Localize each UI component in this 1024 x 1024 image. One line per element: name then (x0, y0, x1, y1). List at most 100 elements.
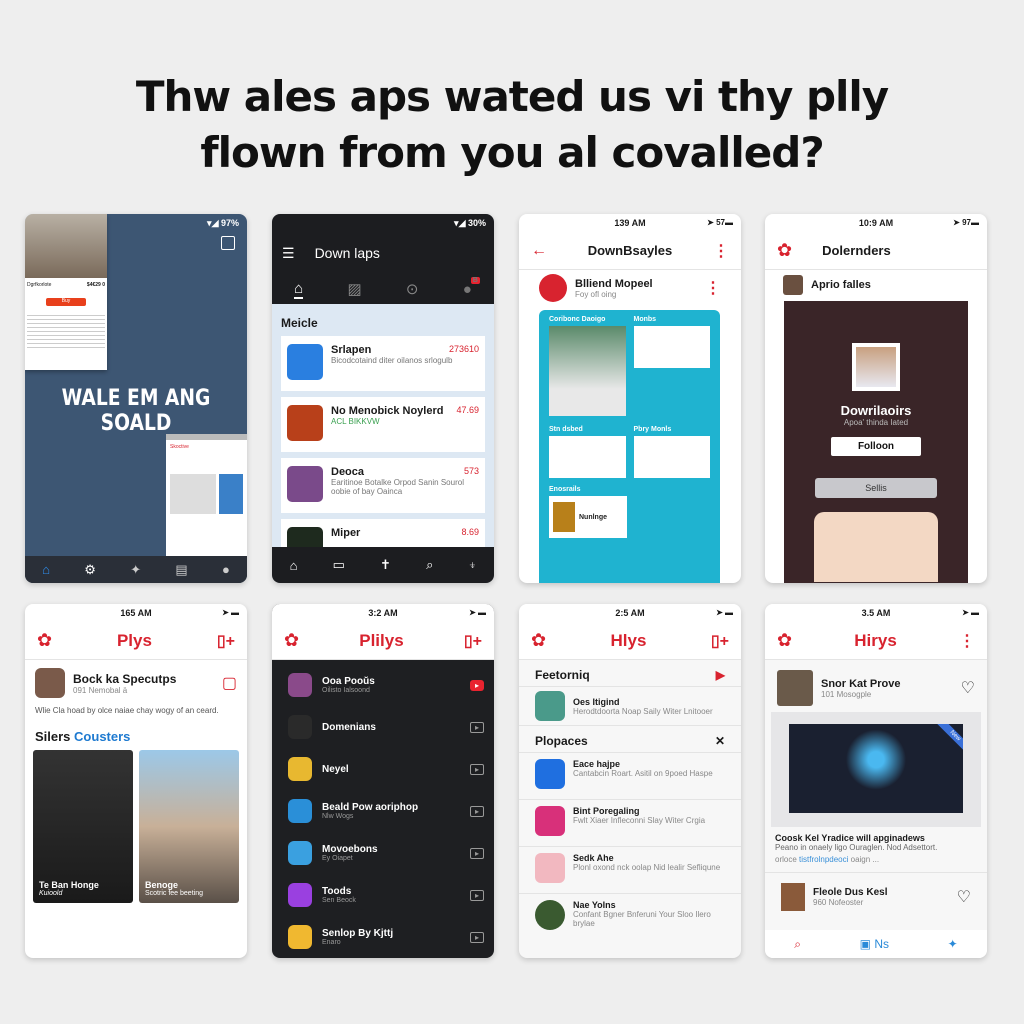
list-item[interactable]: Sedk Ahe Plonl oxond nck oolap Nid lealir… (519, 846, 741, 893)
chevron-right-icon[interactable]: ▸ (469, 931, 484, 943)
chevron-right-icon[interactable]: ▸ (469, 847, 484, 859)
app-list-item[interactable]: Domenians ▸ (288, 706, 484, 748)
video-card[interactable] (549, 326, 626, 416)
app-list-item[interactable]: Neyel ▸ (288, 748, 484, 790)
feature-panel: Coribonc Daoigo Monbs Stn dsbed Pbry Mon… (539, 310, 720, 583)
app-title: Dolernders (822, 243, 891, 258)
item-desc: Fwlt Xiaer Infleconni Slay Witer Crgia (573, 816, 706, 825)
app-icon (287, 405, 323, 441)
play-icon[interactable]: ▶ (716, 668, 725, 682)
follow-button[interactable]: Folloon (831, 437, 921, 456)
post-meta: 091 Nemobal ä (73, 685, 128, 695)
mini-card[interactable]: Nunlnge (549, 496, 627, 538)
section-label: Coribonc Daoigo (549, 316, 606, 323)
tab-circle-icon[interactable]: ⊙ (406, 280, 419, 298)
app-title: Down laps (314, 245, 380, 261)
app-sub: Nlw Wogs (322, 813, 354, 820)
app-icon (287, 344, 323, 380)
home-icon[interactable]: ⌂ (42, 562, 50, 577)
item-name: Sedk Ahe (573, 853, 614, 863)
product-card[interactable]: Dgrfkorlote $4€29 0 Buy (25, 214, 107, 370)
trash-icon[interactable] (221, 236, 235, 250)
buy-button[interactable]: Buy (46, 298, 86, 306)
cross-icon[interactable]: ✝ (380, 557, 391, 573)
avatar (777, 670, 813, 706)
kebab-icon[interactable]: ⋮ (713, 241, 729, 261)
gear-icon[interactable]: ⚙ (84, 562, 96, 578)
banner-line: SOALD (100, 411, 172, 436)
mini-card[interactable] (633, 436, 710, 478)
app-desc: Earitinoe Botalke Orpod Sanin Sourol oob… (331, 478, 464, 496)
profile-name: Dowrilaoirs (840, 403, 912, 418)
card-title: Dgrfkorlote (27, 282, 52, 288)
item-icon (535, 759, 565, 789)
twitter-icon[interactable]: ✦ (130, 562, 141, 578)
article-link[interactable]: tistfrolnpdeoci (799, 855, 848, 864)
app-list-item[interactable]: Toods Sen Beock ▸ (288, 874, 484, 916)
app-name: Beald Pow aoriphop (322, 802, 419, 813)
kebab-icon[interactable]: ⋮ (705, 278, 721, 298)
chevron-right-icon[interactable]: ▸ (469, 805, 484, 817)
banner-line: WALE EM ANG (61, 386, 211, 411)
app-list-item[interactable]: Beald Pow aoriphop Nlw Wogs ▸ (288, 790, 484, 832)
nav-ns[interactable]: ▣ Ns (860, 937, 889, 951)
article-image[interactable]: New (789, 724, 963, 813)
status-time: 139 AM (614, 218, 646, 228)
article-more: orloce tistfrolnpdeoci oaign ... (775, 855, 880, 864)
mini-card[interactable] (633, 326, 710, 368)
tab-badge-icon[interactable]: ● B (463, 276, 480, 298)
app-list-item[interactable]: Srlapen 273610 Bicodcotaind diter oilanos … (281, 336, 485, 391)
app-list-item[interactable]: Deoca 573 Earitinoe Botalke Orpod Sanin So… (281, 458, 485, 513)
add-icon[interactable]: ▯+ (464, 631, 482, 651)
add-icon[interactable]: ▯+ (711, 631, 729, 651)
list-item[interactable]: Nae Yolns Confant Bgner Bnferuni Your Slo… (519, 893, 741, 940)
chevron-right-icon[interactable]: ▸ (469, 721, 484, 733)
app-icon (288, 883, 312, 907)
comment-icon[interactable]: ▢ (222, 673, 237, 693)
bird-icon[interactable]: ✦ (948, 937, 958, 951)
media-card[interactable]: Te Ban Honge Kuioold (33, 750, 133, 903)
app-title: Plilys (359, 630, 404, 650)
youtube-icon[interactable]: ▸ (469, 679, 484, 691)
phone-3: 139 AM ➤ 57▬ ← DownBsayles ⋮ Blliend Mopeel… (519, 214, 741, 583)
app-list-item[interactable]: No Menobick Noylerd 47.69 ACL BIKKVW (281, 397, 485, 452)
tab-image-icon[interactable]: ▨ (347, 280, 361, 298)
back-arrow-icon[interactable]: ← (531, 242, 547, 260)
profile-photo (852, 343, 900, 391)
list-item[interactable]: Eace hajpe Cantabcin Roart. Asitil on 9po… (519, 752, 741, 799)
add-icon[interactable]: ▯+ (217, 631, 235, 651)
mini-card[interactable] (549, 436, 626, 478)
app-list-item[interactable]: Movoebons Ey Oiapet ▸ (288, 832, 484, 874)
app-list-item[interactable]: Ooa Pooŭs Oilisto Ialsoond ▸ (288, 664, 484, 706)
app-list-item[interactable]: Senlop By Kjttj Enaro ▸ (288, 916, 484, 958)
home-icon[interactable]: ⌂ (290, 558, 298, 573)
kebab-icon[interactable]: ⋮ (959, 631, 975, 651)
app-title: Plys (116, 630, 152, 650)
settings-button[interactable]: Sellis (815, 478, 937, 498)
person-icon[interactable]: ● (222, 562, 230, 577)
tv-icon[interactable]: ▭ (333, 557, 345, 573)
app-icon (288, 715, 312, 739)
list-item[interactable]: Bint Poregaling Fwlt Xiaer Infleconni Sla… (519, 799, 741, 846)
bottom-nav: ⌂ ⚙ ✦ ▤ ● (25, 556, 247, 583)
search-icon[interactable]: ⌕ (794, 937, 801, 952)
headline-line2: flown from you al covalled? (200, 128, 824, 177)
chevron-right-icon[interactable]: ▸ (469, 889, 484, 901)
card-title: Te Ban Honge (39, 880, 99, 890)
media-card[interactable]: Benoge Scotric fee beeting (139, 750, 239, 903)
app-name: Movoebons (322, 844, 378, 855)
menu-icon[interactable]: ☰ (282, 245, 295, 262)
chevron-right-icon[interactable]: ▸ (469, 763, 484, 775)
heart-icon[interactable]: ♡ (957, 887, 971, 907)
book-icon[interactable]: ▤ (175, 562, 187, 578)
tab-home-icon[interactable]: ⌂ (294, 280, 304, 299)
popup-card[interactable]: Skoctive (166, 434, 247, 556)
bottom-nav: ⌂ ▭ ✝ ⌕ ⍖ (272, 547, 494, 583)
search-icon[interactable]: ⌕ (426, 557, 433, 573)
share-icon[interactable]: ⍖ (469, 557, 477, 573)
close-icon[interactable]: ✕ (715, 734, 725, 748)
heart-icon[interactable]: ♡ (961, 678, 975, 698)
product-photo (25, 214, 107, 278)
section-title: Silers Cousters (35, 729, 131, 744)
phone-4: 10:9 AM ➤ 97▬ ✿ Dolernders Aprio falles Do… (765, 214, 987, 583)
